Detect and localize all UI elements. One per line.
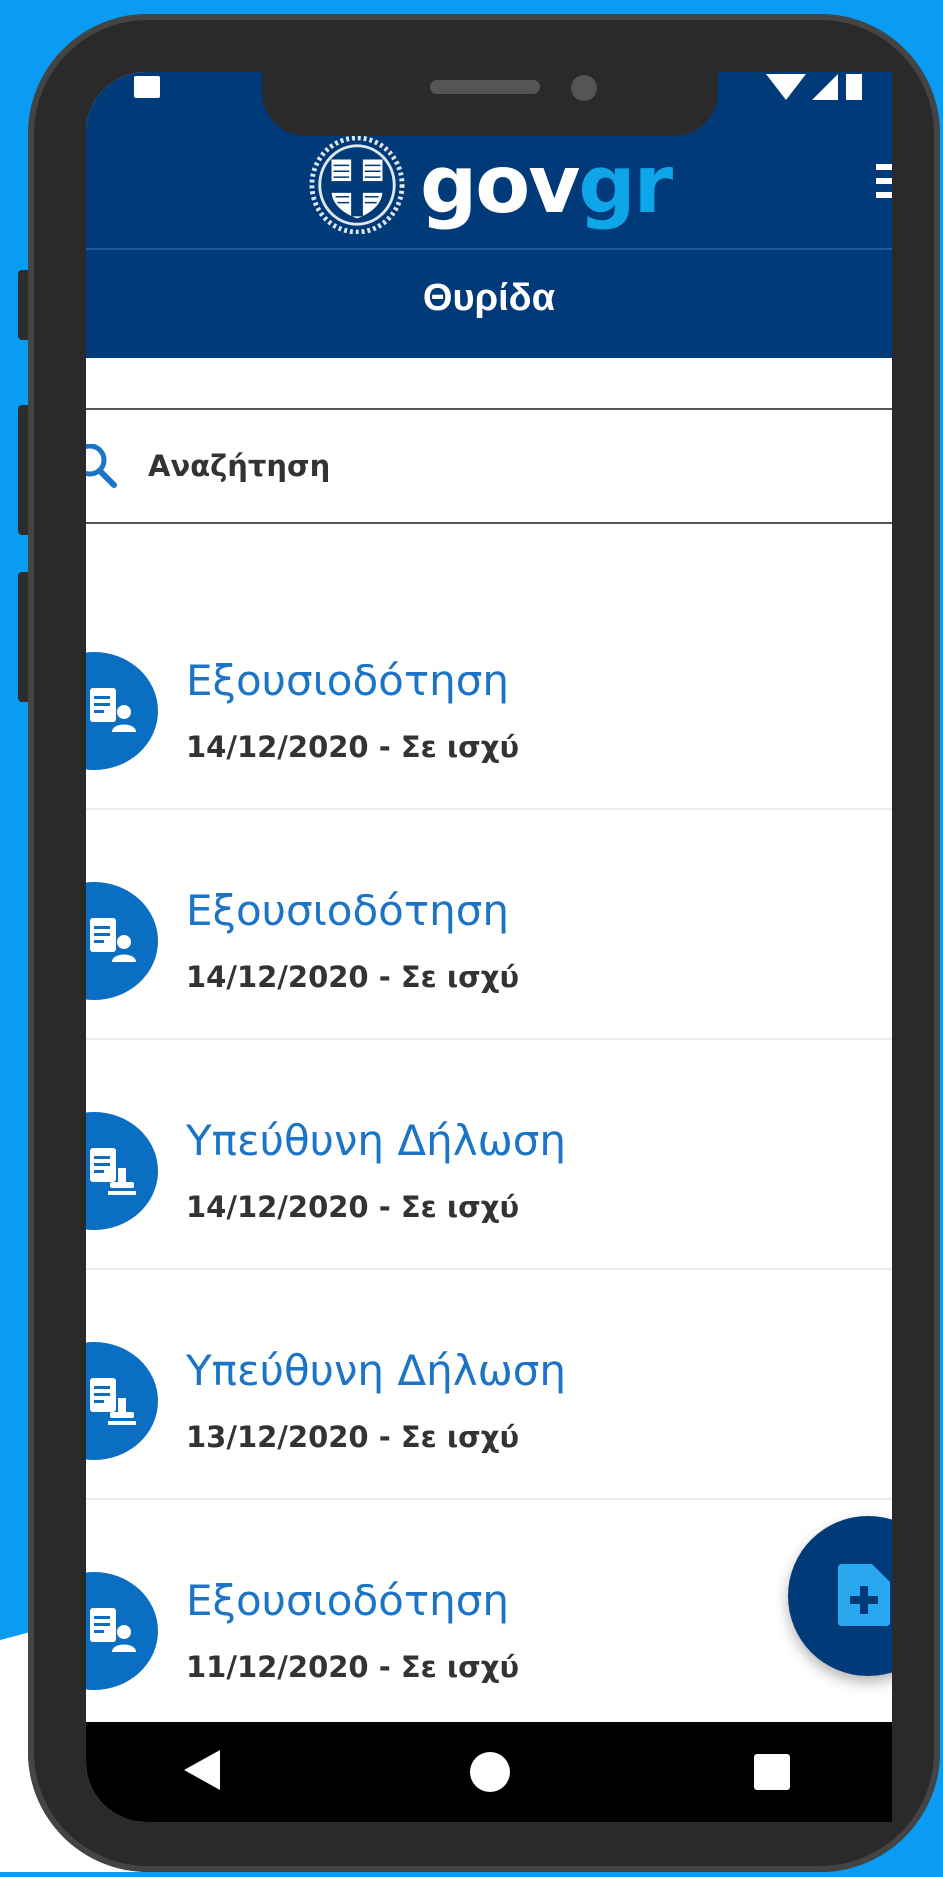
- add-document-icon: [838, 1564, 890, 1626]
- item-title: Εξουσιοδότηση: [186, 1576, 510, 1625]
- document-list: Εξουσιοδότηση 14/12/2020 - Σε ισχύ Εξουσ…: [86, 580, 892, 1730]
- item-date-status: 14/12/2020 - Σε ισχύ: [186, 730, 520, 764]
- header-divider: [86, 248, 892, 250]
- logo-gov-text: gov: [420, 138, 580, 231]
- greek-emblem-icon: [309, 136, 405, 234]
- govgr-logo: govgr: [308, 136, 673, 234]
- stamped-declaration-icon: [86, 1342, 158, 1460]
- stamped-declaration-icon: [86, 1112, 158, 1230]
- item-title: Υπεύθυνη Δήλωση: [186, 1346, 566, 1395]
- search-input[interactable]: [146, 440, 750, 492]
- item-title: Εξουσιοδότηση: [186, 886, 510, 935]
- authorization-document-icon: [86, 882, 158, 1000]
- list-item[interactable]: Υπεύθυνη Δήλωση 14/12/2020 - Σε ισχύ: [86, 1040, 892, 1270]
- list-item[interactable]: Εξουσιοδότηση 14/12/2020 - Σε ισχύ: [86, 810, 892, 1040]
- search-bar[interactable]: [86, 408, 892, 524]
- notification-status-icon: [134, 76, 160, 98]
- android-nav-bar: [86, 1722, 892, 1822]
- phone-speaker: [430, 80, 540, 94]
- list-item[interactable]: Εξουσιοδότηση 11/12/2020 - Σε ισχύ: [86, 1500, 892, 1730]
- search-icon[interactable]: [86, 444, 120, 488]
- item-date-status: 14/12/2020 - Σε ισχύ: [186, 960, 520, 994]
- logo-gr-text: gr: [578, 138, 673, 231]
- recent-apps-icon[interactable]: [754, 1754, 790, 1790]
- item-title: Εξουσιοδότηση: [186, 656, 510, 705]
- item-title: Υπεύθυνη Δήλωση: [186, 1116, 566, 1165]
- signal-status-icons: [766, 72, 886, 102]
- phone-camera: [571, 75, 597, 101]
- list-item[interactable]: Υπεύθυνη Δήλωση 13/12/2020 - Σε ισχύ: [86, 1270, 892, 1500]
- hamburger-menu-icon[interactable]: [876, 164, 892, 204]
- home-icon[interactable]: [470, 1752, 510, 1792]
- page-title: Θυρίδα: [422, 277, 556, 319]
- back-icon[interactable]: [184, 1750, 220, 1790]
- app-screen: govgr Θυρίδα Εξουσιοδότηση 14/12/2020 - …: [86, 72, 892, 1822]
- item-date-status: 11/12/2020 - Σε ισχύ: [186, 1650, 520, 1684]
- item-date-status: 14/12/2020 - Σε ισχύ: [186, 1190, 520, 1224]
- authorization-document-icon: [86, 1572, 158, 1690]
- list-item[interactable]: Εξουσιοδότηση 14/12/2020 - Σε ισχύ: [86, 580, 892, 810]
- item-date-status: 13/12/2020 - Σε ισχύ: [186, 1420, 520, 1454]
- authorization-document-icon: [86, 652, 158, 770]
